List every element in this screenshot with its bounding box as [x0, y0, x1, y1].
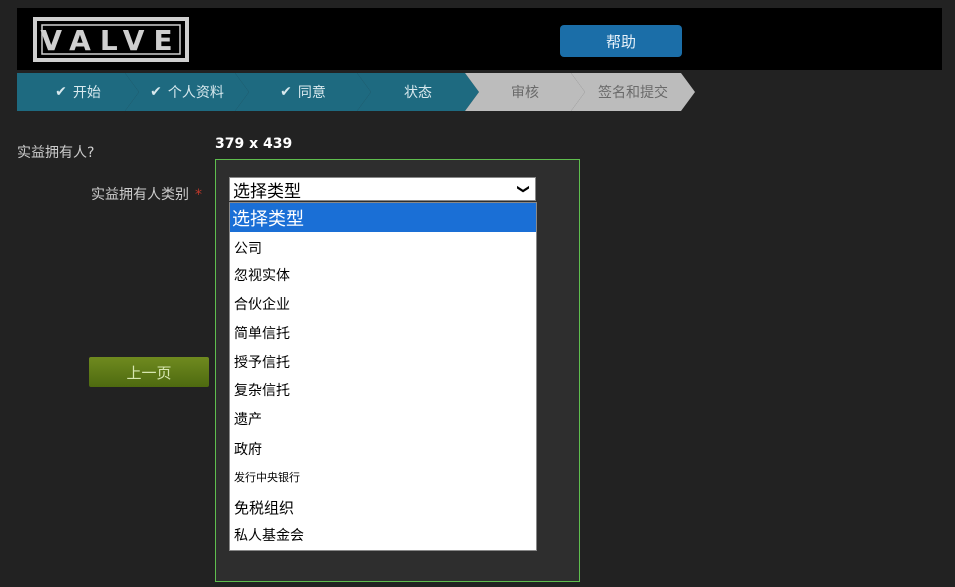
step-label: 签名和提交: [598, 85, 668, 101]
option-company[interactable]: 公司: [230, 238, 536, 258]
owner-type-select[interactable]: 选择类型 ❯: [229, 177, 536, 202]
step-label: 开始: [72, 85, 101, 101]
check-icon: ✔: [55, 84, 67, 100]
step-label: 同意: [297, 85, 326, 101]
option-disregarded-entity[interactable]: 忽视实体: [230, 265, 536, 285]
step-label: 个人资料: [167, 85, 224, 101]
step-sign-submit: 签名和提交: [571, 73, 695, 111]
option-select-type[interactable]: 选择类型: [230, 203, 536, 232]
chevron-down-icon: ❯: [516, 183, 531, 195]
beneficial-owner-type-label: 实益拥有人类别 *: [91, 184, 202, 204]
check-icon: ✔: [150, 84, 162, 100]
check-icon: ✔: [280, 84, 292, 100]
logo-text: VALVE: [40, 24, 181, 57]
step-label: 审核: [511, 85, 539, 101]
help-button[interactable]: 帮助: [560, 25, 682, 57]
option-tax-exempt-org[interactable]: 免税组织: [230, 497, 536, 518]
option-private-foundation[interactable]: 私人基金会: [230, 525, 536, 545]
option-central-bank[interactable]: 发行中央银行: [230, 469, 536, 485]
option-grantor-trust[interactable]: 授予信托: [230, 352, 536, 372]
valve-logo: VALVE: [33, 17, 189, 62]
option-government[interactable]: 政府: [230, 439, 536, 459]
required-mark: *: [195, 187, 202, 203]
step-profile[interactable]: ✔ 个人资料: [125, 73, 249, 111]
option-estate[interactable]: 遗产: [230, 409, 536, 429]
page: VALVE 帮助 ✔ 开始 ✔ 个人资料 ✔ 同意 状态 审核 签名和提交 实益…: [0, 0, 955, 587]
progress-steps: ✔ 开始 ✔ 个人资料 ✔ 同意 状态 审核 签名和提交: [17, 73, 697, 111]
step-review: 审核: [465, 73, 585, 111]
section-question: 实益拥有人?: [17, 145, 95, 161]
option-simple-trust[interactable]: 简单信托: [230, 323, 536, 343]
option-complex-trust[interactable]: 复杂信托: [230, 380, 536, 400]
field-label-text: 实益拥有人类别: [91, 187, 189, 203]
select-value: 选择类型: [233, 181, 301, 202]
step-label: 状态: [404, 85, 432, 101]
step-consent[interactable]: ✔ 同意: [235, 73, 371, 111]
step-start[interactable]: ✔ 开始: [17, 73, 139, 111]
previous-page-button[interactable]: 上一页: [89, 357, 209, 387]
owner-type-dropdown: 选择类型 公司 忽视实体 合伙企业 简单信托 授予信托 复杂信托 遗产 政府 发…: [229, 202, 537, 551]
step-status[interactable]: 状态: [357, 73, 479, 111]
option-partnership[interactable]: 合伙企业: [230, 294, 536, 314]
size-readout: 379 x 439: [215, 136, 293, 152]
header-bar: VALVE 帮助: [17, 8, 942, 70]
